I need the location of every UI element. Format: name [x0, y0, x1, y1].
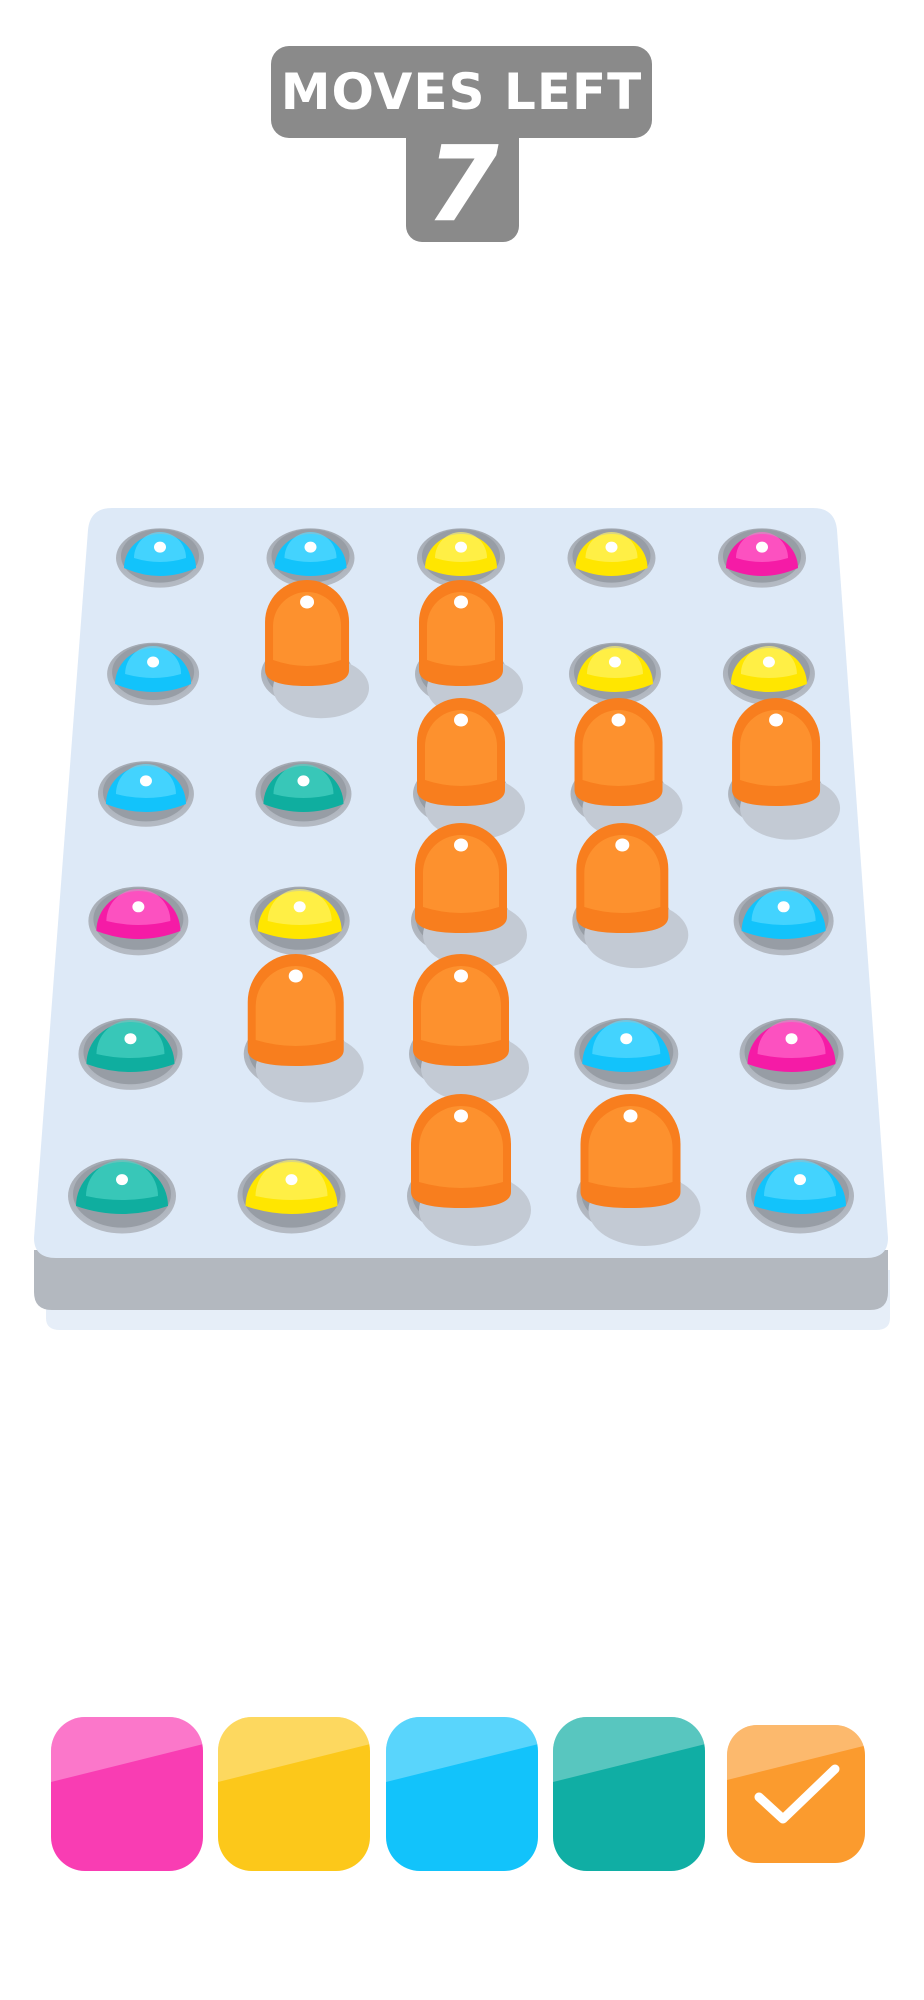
board-cell[interactable] [739, 1018, 844, 1090]
board-cell[interactable] [266, 528, 355, 588]
checkmark-icon [754, 1764, 840, 1824]
game-board [34, 508, 890, 1330]
board-cell[interactable] [746, 1158, 854, 1234]
board-cell[interactable] [417, 528, 505, 588]
board-cell[interactable] [78, 1018, 183, 1090]
board-cell[interactable] [116, 528, 204, 588]
teal-color-button[interactable] [553, 1717, 705, 1871]
blue-color-button[interactable] [386, 1717, 538, 1871]
pink-color-button[interactable] [51, 1717, 203, 1871]
board-cell[interactable] [574, 1018, 679, 1090]
orange-color-button-selected[interactable] [727, 1725, 865, 1863]
board-cell[interactable] [567, 528, 656, 588]
board-cell[interactable] [255, 761, 352, 827]
board-cell[interactable] [88, 886, 189, 956]
board-cell[interactable] [107, 642, 200, 706]
board-cell[interactable] [718, 528, 806, 588]
board-cell[interactable] [249, 886, 350, 956]
board-cell[interactable] [97, 761, 194, 827]
yellow-color-button[interactable] [218, 1717, 370, 1871]
board-cell[interactable] [68, 1158, 176, 1234]
board-cell[interactable] [237, 1158, 346, 1234]
board-cell[interactable] [722, 642, 815, 706]
board-cell[interactable] [568, 642, 661, 706]
board-cell[interactable] [733, 886, 834, 956]
